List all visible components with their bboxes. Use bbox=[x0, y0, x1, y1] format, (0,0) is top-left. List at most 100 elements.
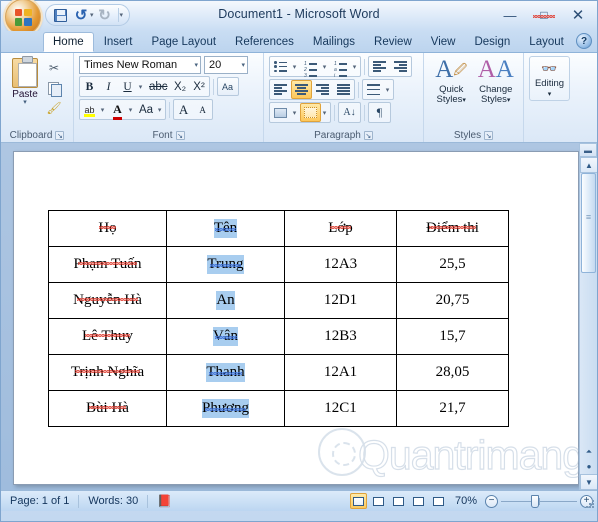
tab-design[interactable]: Design bbox=[465, 32, 519, 52]
subscript-button[interactable]: X₂ bbox=[171, 77, 190, 96]
font-color-dropdown-arrow[interactable]: ▾ bbox=[127, 100, 136, 119]
word-count[interactable]: Words: 30 bbox=[79, 491, 147, 512]
table-cell-ho[interactable]: Lê Thuy bbox=[48, 318, 167, 355]
shrink-font-button[interactable]: A bbox=[193, 100, 212, 119]
document-page[interactable]: Họ Tên Lớp Điểm thi Phạm Tuấn Trung 12A3… bbox=[13, 151, 586, 485]
line-spacing-dropdown-arrow[interactable]: ▾ bbox=[384, 80, 393, 99]
bullets-dropdown-arrow[interactable]: ▾ bbox=[291, 57, 300, 76]
tab-mailings[interactable]: Mailings bbox=[304, 32, 364, 52]
decrease-indent-button[interactable] bbox=[369, 57, 390, 76]
table-cell-ten[interactable]: Thanh bbox=[166, 354, 285, 391]
table-cell-diem[interactable]: 25,5 bbox=[396, 246, 509, 283]
table-cell-diem[interactable]: 20,75 bbox=[396, 282, 509, 319]
help-icon[interactable]: ? bbox=[576, 33, 592, 49]
shading-button[interactable] bbox=[270, 103, 291, 122]
bullets-button[interactable] bbox=[270, 57, 291, 76]
table-header-cell[interactable]: Họ bbox=[48, 210, 167, 247]
borders-button[interactable] bbox=[300, 103, 321, 122]
table-cell-ho[interactable]: Trịnh Nghĩa bbox=[48, 354, 167, 391]
align-center-button[interactable] bbox=[291, 80, 312, 99]
tab-page-layout[interactable]: Page Layout bbox=[142, 32, 225, 52]
numbering-button[interactable]: 123 bbox=[300, 57, 321, 79]
proofing-status-button[interactable]: 📕 bbox=[148, 491, 181, 512]
increase-indent-button[interactable] bbox=[390, 57, 411, 76]
table-cell-ten[interactable]: An bbox=[166, 282, 285, 319]
superscript-button[interactable]: X² bbox=[190, 77, 209, 96]
bold-button[interactable]: B bbox=[80, 77, 99, 96]
view-full-screen-reading-button[interactable] bbox=[370, 493, 387, 509]
editing-button[interactable]: 👓 Editing ▾ bbox=[529, 56, 570, 101]
clear-formatting-button[interactable]: Aa bbox=[216, 77, 239, 96]
tab-insert[interactable]: Insert bbox=[95, 32, 142, 52]
table-cell-ho[interactable]: Phạm Tuấn bbox=[48, 246, 167, 283]
resize-grip[interactable] bbox=[586, 500, 596, 510]
tab-layout[interactable]: Layout bbox=[520, 32, 573, 52]
zoom-slider[interactable] bbox=[501, 494, 577, 508]
tab-review[interactable]: Review bbox=[365, 32, 421, 52]
align-right-button[interactable] bbox=[312, 80, 333, 99]
zoom-level[interactable]: 70% bbox=[450, 495, 482, 507]
multilevel-list-button[interactable]: 1ai bbox=[330, 57, 351, 79]
scroll-down-button[interactable]: ▼ bbox=[580, 474, 597, 490]
justify-button[interactable] bbox=[333, 80, 354, 99]
underline-button[interactable]: U bbox=[118, 77, 137, 96]
table-cell-lop[interactable]: 12D1 bbox=[284, 282, 397, 319]
table-cell-ho[interactable]: Bùi Hà bbox=[48, 390, 167, 427]
zoom-slider-thumb[interactable] bbox=[531, 494, 539, 508]
view-web-layout-button[interactable] bbox=[390, 493, 407, 509]
format-painter-button[interactable]: 🖌 bbox=[44, 99, 64, 117]
show-formatting-marks-button[interactable]: ¶ bbox=[369, 103, 390, 122]
previous-page-button[interactable]: ⏶ bbox=[580, 444, 597, 459]
change-case-dropdown-arrow[interactable]: ▾ bbox=[156, 100, 165, 119]
view-print-layout-button[interactable] bbox=[349, 493, 367, 509]
italic-button[interactable]: I bbox=[99, 77, 118, 96]
line-spacing-button[interactable] bbox=[363, 80, 384, 99]
paste-button[interactable]: Paste ▾ bbox=[6, 56, 44, 106]
strikethrough-button[interactable]: abc bbox=[146, 77, 171, 96]
view-draft-button[interactable] bbox=[430, 493, 447, 509]
paragraph-dialog-launcher[interactable]: ↘ bbox=[363, 131, 373, 140]
sort-button[interactable]: A↓ bbox=[339, 103, 360, 122]
clipboard-dialog-launcher[interactable]: ↘ bbox=[55, 131, 65, 140]
table-cell-ho[interactable]: Nguyễn Hà bbox=[48, 282, 167, 319]
borders-dropdown-arrow[interactable]: ▾ bbox=[321, 103, 330, 122]
table-cell-diem[interactable]: 21,7 bbox=[396, 390, 509, 427]
document-table[interactable]: Họ Tên Lớp Điểm thi Phạm Tuấn Trung 12A3… bbox=[48, 210, 509, 427]
font-name-combo[interactable]: Times New Roman ▾ bbox=[79, 56, 201, 74]
split-window-handle[interactable]: ▬ bbox=[579, 143, 597, 157]
font-color-button[interactable]: A bbox=[108, 100, 127, 120]
grow-font-button[interactable]: A bbox=[174, 100, 193, 119]
table-cell-lop[interactable]: 12B3 bbox=[284, 318, 397, 355]
font-name-chevron-down-icon[interactable]: ▾ bbox=[191, 61, 198, 69]
change-styles-button[interactable]: AA Change Styles▾ bbox=[474, 56, 519, 106]
vertical-scrollbar[interactable]: ▬ ▲ ⏶ ● ▼ bbox=[579, 143, 597, 490]
copy-button[interactable] bbox=[44, 79, 64, 97]
tab-home[interactable]: Home bbox=[43, 32, 94, 52]
table-cell-diem[interactable]: 15,7 bbox=[396, 318, 509, 355]
tab-view[interactable]: View bbox=[422, 32, 465, 52]
cut-button[interactable]: ✂ bbox=[44, 59, 64, 77]
font-size-combo[interactable]: 20 ▾ bbox=[204, 56, 248, 74]
table-cell-lop[interactable]: 12C1 bbox=[284, 390, 397, 427]
underline-dropdown-arrow[interactable]: ▾ bbox=[137, 77, 146, 96]
scroll-up-button[interactable]: ▲ bbox=[580, 157, 597, 173]
page-indicator[interactable]: Page: 1 of 1 bbox=[1, 491, 78, 512]
table-header-cell[interactable]: Lớp bbox=[284, 210, 397, 247]
zoom-out-button[interactable]: − bbox=[485, 494, 498, 508]
table-cell-lop[interactable]: 12A1 bbox=[284, 354, 397, 391]
highlight-dropdown-arrow[interactable]: ▾ bbox=[99, 100, 108, 119]
document-area[interactable]: Họ Tên Lớp Điểm thi Phạm Tuấn Trung 12A3… bbox=[1, 143, 597, 490]
view-outline-button[interactable] bbox=[410, 493, 427, 509]
paste-dropdown-arrow[interactable]: ▾ bbox=[23, 99, 27, 106]
maximize-button[interactable]: □ bbox=[531, 5, 557, 25]
quick-styles-button[interactable]: A 🖉 Quick Styles▾ bbox=[429, 56, 474, 106]
table-header-cell[interactable]: Tên bbox=[166, 210, 285, 247]
table-cell-ten[interactable]: Vân bbox=[166, 318, 285, 355]
table-header-cell[interactable]: Điểm thi bbox=[396, 210, 509, 247]
table-cell-diem[interactable]: 28,05 bbox=[396, 354, 509, 391]
minimize-button[interactable]: — bbox=[497, 5, 523, 25]
numbering-dropdown-arrow[interactable]: ▾ bbox=[321, 57, 330, 76]
shading-dropdown-arrow[interactable]: ▾ bbox=[291, 103, 300, 122]
table-cell-ten[interactable]: Phương bbox=[166, 390, 285, 427]
table-cell-ten[interactable]: Trung bbox=[166, 246, 285, 283]
